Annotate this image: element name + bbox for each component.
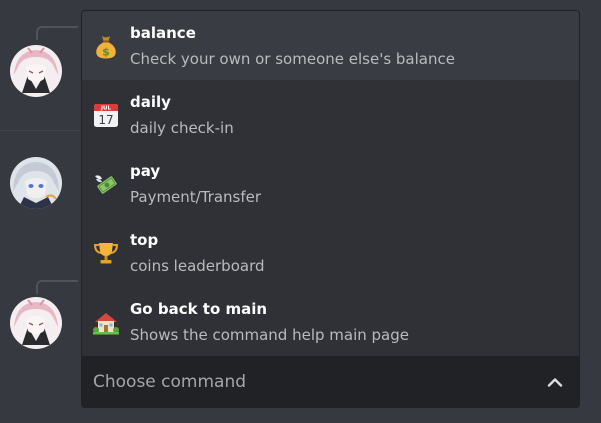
option-title: pay bbox=[130, 162, 161, 180]
option-title: daily bbox=[130, 93, 171, 111]
menu-option-go-back-to-main[interactable]: Go back to main Shows the command help m… bbox=[82, 287, 579, 356]
command-select-toggle[interactable]: Choose command bbox=[82, 356, 579, 407]
message-divider bbox=[0, 130, 80, 131]
calendar-icon: JUL 17 bbox=[92, 101, 120, 129]
chat-background: $ balance Check your own or someone else… bbox=[0, 0, 601, 423]
trophy-icon bbox=[92, 239, 120, 267]
chevron-up-icon[interactable] bbox=[547, 374, 563, 388]
calendar-day-label: 17 bbox=[98, 113, 113, 127]
option-description: coins leaderboard bbox=[130, 257, 265, 275]
user-avatar[interactable] bbox=[10, 297, 62, 349]
money-bag-icon: $ bbox=[92, 32, 120, 60]
money-with-wings-icon bbox=[92, 170, 120, 198]
option-title: balance bbox=[130, 24, 196, 42]
option-description: daily check-in bbox=[130, 119, 234, 137]
user-avatar[interactable] bbox=[10, 157, 62, 209]
option-description: Check your own or someone else's balance bbox=[130, 50, 455, 68]
user-avatar[interactable] bbox=[10, 45, 62, 97]
menu-option-daily[interactable]: JUL 17 daily daily check-in bbox=[82, 80, 579, 149]
menu-option-pay[interactable]: pay Payment/Transfer bbox=[82, 149, 579, 218]
menu-option-top[interactable]: top coins leaderboard bbox=[82, 218, 579, 287]
menu-option-balance[interactable]: $ balance Check your own or someone else… bbox=[82, 11, 579, 80]
svg-text:$: $ bbox=[102, 46, 110, 59]
reply-connector bbox=[36, 280, 78, 294]
option-description: Payment/Transfer bbox=[130, 188, 262, 206]
command-select-menu: $ balance Check your own or someone else… bbox=[81, 10, 580, 408]
select-placeholder: Choose command bbox=[93, 372, 247, 392]
option-description: Shows the command help main page bbox=[130, 326, 409, 344]
house-with-garden-icon bbox=[92, 308, 120, 336]
option-title: Go back to main bbox=[130, 300, 268, 318]
calendar-month-label: JUL bbox=[100, 106, 112, 112]
reply-connector bbox=[36, 26, 78, 40]
option-title: top bbox=[130, 231, 159, 249]
